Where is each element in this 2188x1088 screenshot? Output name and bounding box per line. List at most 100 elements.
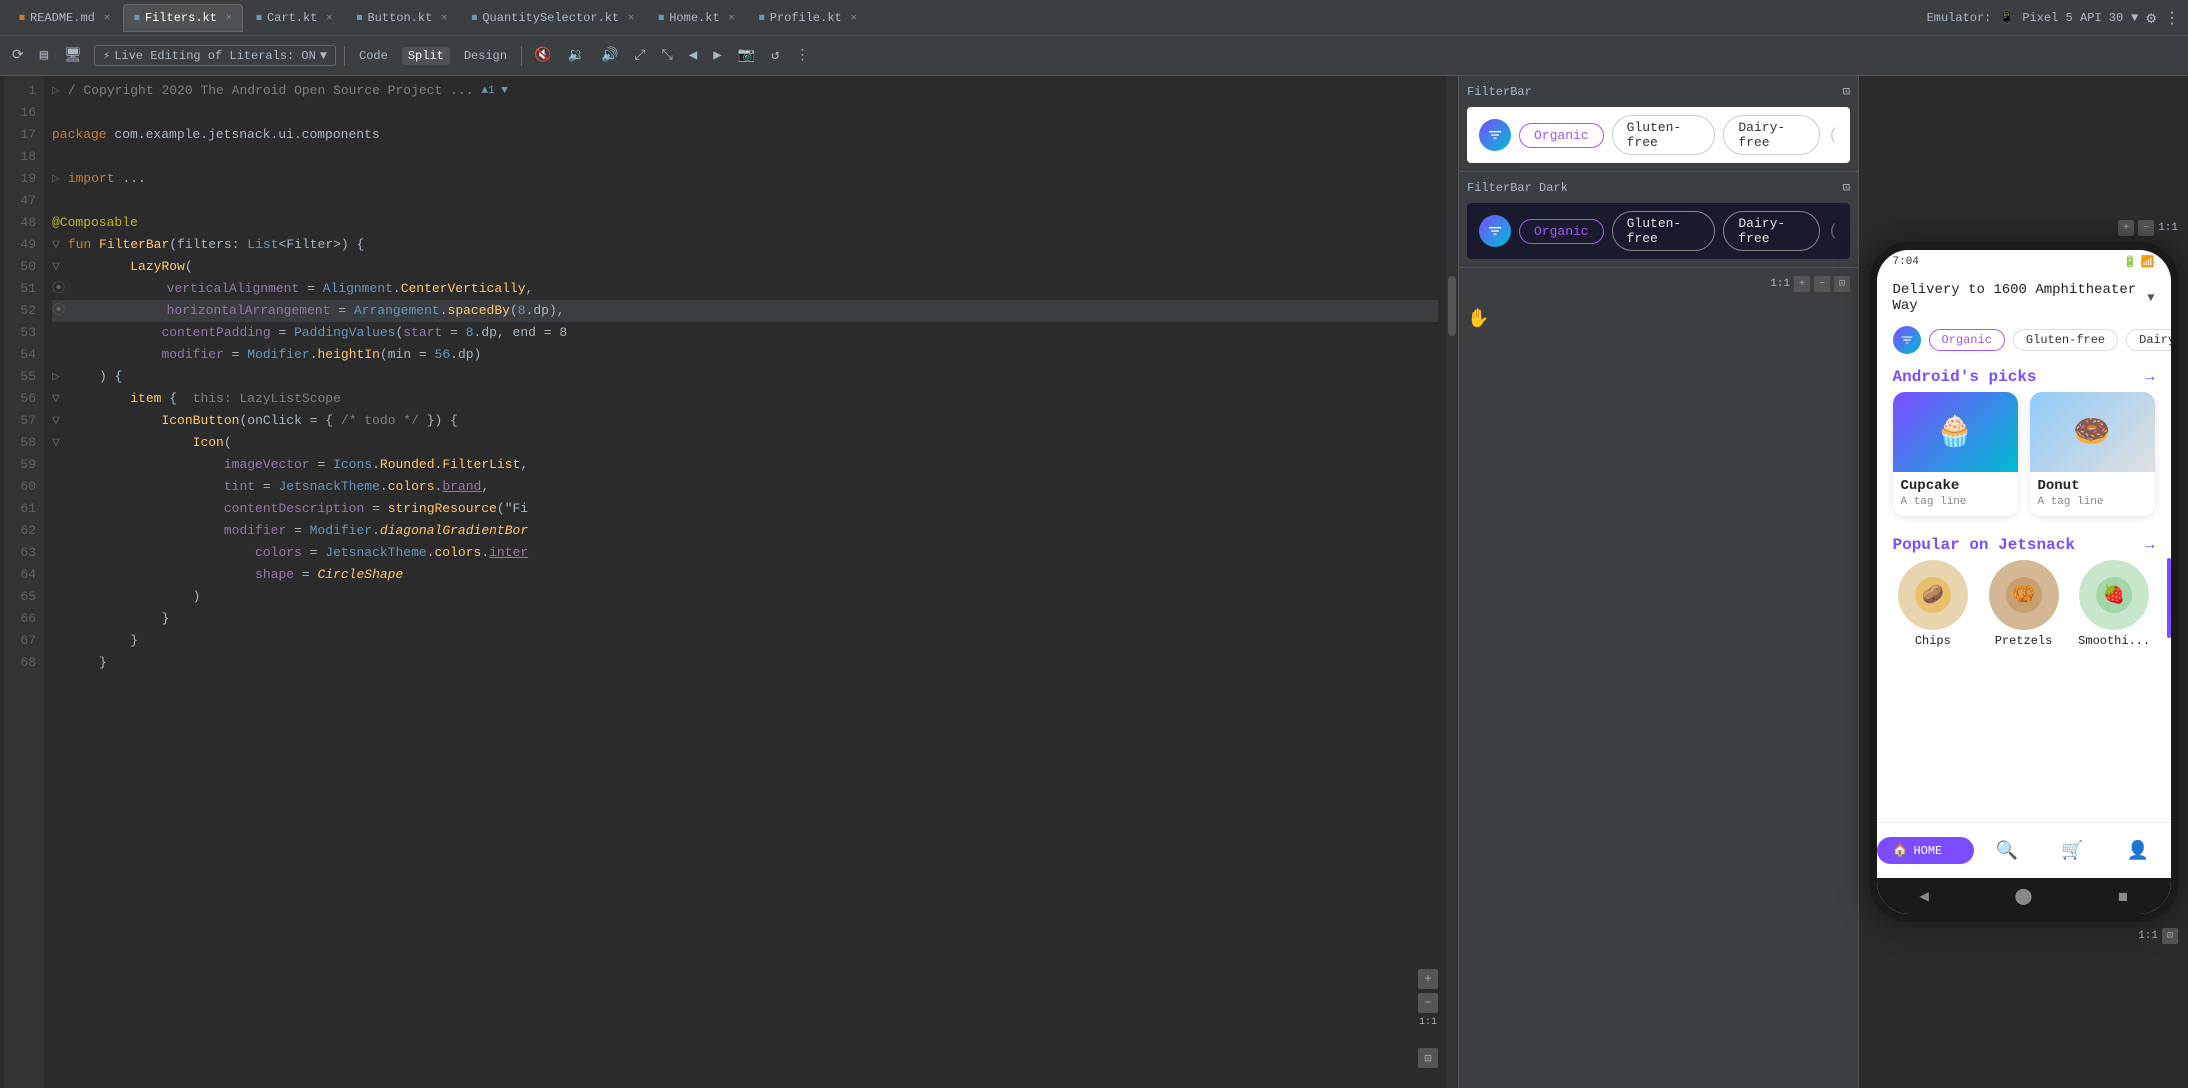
scroll-bar[interactable] (1446, 76, 1458, 1088)
close-cart-icon[interactable]: ✕ (326, 12, 332, 24)
phone-chip-dairy[interactable]: Dairy-free (2126, 329, 2170, 351)
expand-icon[interactable]: ⤡ (658, 46, 677, 66)
phone-chip-organic[interactable]: Organic (1929, 329, 2005, 351)
chip-organic-light[interactable]: Organic (1519, 123, 1604, 148)
phone-fit-btn[interactable]: ⊡ (2162, 928, 2178, 944)
preview-zoom-out[interactable]: − (1814, 276, 1830, 292)
card-donut[interactable]: 🍩 Donut A tag line (2030, 392, 2155, 516)
code-line-57: ▽ IconButton (onClick = { /* todo */ }) … (52, 410, 1438, 432)
code-editor[interactable]: 1 16 17 18 19 47 48 49 50 51 52 53 54 55… (4, 76, 1458, 1088)
card-cupcake[interactable]: 🧁 Cupcake A tag line (1893, 392, 2018, 516)
tab-quantity[interactable]: ◼ QuantitySelector.kt ✕ (460, 4, 645, 32)
mute-icon[interactable]: 🔇 (530, 45, 555, 66)
fold-icon-19[interactable]: ▷ (52, 168, 60, 190)
more-icon[interactable]: ⋮ (2164, 8, 2180, 28)
back-btn[interactable]: ◀ (1919, 886, 1929, 906)
phone-nav-bar: 🏠 HOME 🔍 🛒 👤 (1877, 822, 2171, 878)
close-readme-icon[interactable]: ✕ (104, 12, 110, 24)
close-button-icon[interactable]: ✕ (441, 12, 447, 24)
fold-icon-52[interactable]: ⦿ (52, 300, 65, 322)
rotate-icon[interactable]: ⤢ (630, 46, 649, 66)
chip-organic-dark[interactable]: Organic (1519, 219, 1604, 244)
import-kw: import (68, 168, 123, 190)
fold-icon-50[interactable]: ▽ (52, 256, 60, 278)
phone-chip-gluten[interactable]: Gluten-free (2013, 329, 2118, 351)
layout-icon[interactable]: ▤ (36, 45, 52, 66)
vol-up-icon[interactable]: 🔊 (597, 45, 622, 66)
live-editing-toggle[interactable]: ⚡ Live Editing of Literals: ON ▼ (94, 45, 336, 66)
fwd-icon[interactable]: ▶ (709, 45, 725, 66)
tab-home[interactable]: ◼ Home.kt ✕ (647, 4, 745, 32)
tab-profile[interactable]: ◼ Profile.kt ✕ (748, 4, 868, 32)
phone-zoom-out[interactable]: − (2138, 220, 2154, 236)
dropdown-arrow[interactable]: ▼ (2131, 11, 2138, 25)
vol-down-icon[interactable]: 🔉 (564, 45, 589, 66)
tab-readme[interactable]: ◼ README.md ✕ (8, 4, 121, 32)
chip-glutenfree-light[interactable]: Gluten-free (1612, 115, 1716, 155)
preview-zoom-in[interactable]: + (1794, 276, 1810, 292)
phone-zoom-in[interactable]: + (2118, 220, 2134, 236)
expand-light-btn[interactable]: ⊡ (1843, 84, 1850, 99)
scroll-thumb[interactable] (1448, 276, 1456, 336)
fold-icon-51[interactable]: ⦿ (52, 278, 65, 300)
filterbar-dark-title: FilterBar Dark ⊡ (1467, 180, 1850, 195)
fold-icon-55[interactable]: ▷ (52, 366, 60, 388)
close-profile-icon[interactable]: ✕ (851, 12, 857, 24)
chip-dairyfree-dark[interactable]: Dairy-free (1723, 211, 1820, 251)
fold-icon-49[interactable]: ▽ (52, 234, 60, 256)
eq-53: = (271, 322, 294, 344)
nav-home[interactable]: 🏠 HOME (1877, 837, 1975, 864)
chip-glutenfree-dark[interactable]: Gluten-free (1612, 211, 1716, 251)
code-line-48: @Composable (52, 212, 1438, 234)
expand-dark-btn[interactable]: ⊡ (1843, 180, 1850, 195)
chip-dairyfree-light[interactable]: Dairy-free (1723, 115, 1820, 155)
close-home-icon[interactable]: ✕ (729, 12, 735, 24)
popular-pretzels[interactable]: 🥨 Pretzels (1983, 560, 2064, 648)
tab-button[interactable]: ◼ Button.kt ✕ (345, 4, 458, 32)
sync-icon[interactable]: ⟳ (8, 45, 28, 66)
close-filters-icon[interactable]: ✕ (226, 12, 232, 24)
code-view-btn[interactable]: Code (353, 47, 394, 65)
settings-icon[interactable]: ⚙ (2146, 8, 2156, 28)
nav-cart[interactable]: 🛒 (2040, 840, 2106, 862)
nav-profile[interactable]: 👤 (2105, 840, 2171, 862)
home-btn[interactable]: ⬤ (2015, 886, 2033, 906)
live-dropdown[interactable]: ▼ (320, 49, 327, 63)
tab-cart[interactable]: ◼ Cart.kt ✕ (245, 4, 343, 32)
undo-icon[interactable]: ↺ (767, 45, 783, 66)
tab-filters[interactable]: ◼ Filters.kt ✕ (123, 4, 243, 32)
eq-54: = (224, 344, 247, 366)
fold-icon-58[interactable]: ▽ (52, 432, 60, 454)
fit-screen-btn[interactable]: ⊡ (1418, 1048, 1438, 1068)
popular-chips[interactable]: 🥔 Chips (1893, 560, 1974, 648)
spacedby-method: spacedBy (448, 300, 510, 322)
preview-fit[interactable]: ⊡ (1834, 276, 1850, 292)
fold-icon-57[interactable]: ▽ (52, 410, 60, 432)
more-toolbar-icon[interactable]: ⋮ (792, 45, 814, 66)
phone-filter-icon[interactable] (1893, 326, 1921, 354)
delivery-chevron[interactable]: ▼ (2147, 291, 2154, 305)
filter-icon-dark[interactable] (1479, 215, 1511, 247)
code-text[interactable]: ▷ / Copyright 2020 The Android Open Sour… (44, 76, 1446, 1088)
filter-icon-light[interactable] (1479, 119, 1511, 151)
popular-arrow[interactable]: → (2145, 536, 2155, 554)
code-line-63: colors = JetsnackTheme . colors . inter (52, 542, 1438, 564)
zoom-in-btn[interactable]: + (1418, 969, 1438, 989)
recents-btn[interactable]: ◼ (2118, 886, 2128, 906)
nav-search[interactable]: 🔍 (1974, 840, 2040, 862)
androids-picks-arrow[interactable]: → (2145, 368, 2155, 386)
popular-smoothie[interactable]: 🍓 Smoothi... (2074, 560, 2155, 648)
comma-51: , (526, 278, 534, 300)
line-num-48: 48 (20, 212, 36, 234)
line-num-16: 16 (20, 102, 36, 124)
zoom-out-btn[interactable]: − (1418, 993, 1438, 1013)
split-view-btn[interactable]: Split (402, 47, 450, 65)
close-quantity-icon[interactable]: ✕ (628, 12, 634, 24)
device-mirror-icon[interactable]: 🖥 (60, 45, 86, 66)
line-num-60: 60 (20, 476, 36, 498)
back-icon[interactable]: ◀ (685, 45, 701, 66)
design-view-btn[interactable]: Design (458, 47, 513, 65)
screenshot-icon[interactable]: 📷 (734, 45, 759, 66)
fold-icon-56[interactable]: ▽ (52, 388, 60, 410)
fold-icon-1[interactable]: ▷ (52, 80, 60, 102)
